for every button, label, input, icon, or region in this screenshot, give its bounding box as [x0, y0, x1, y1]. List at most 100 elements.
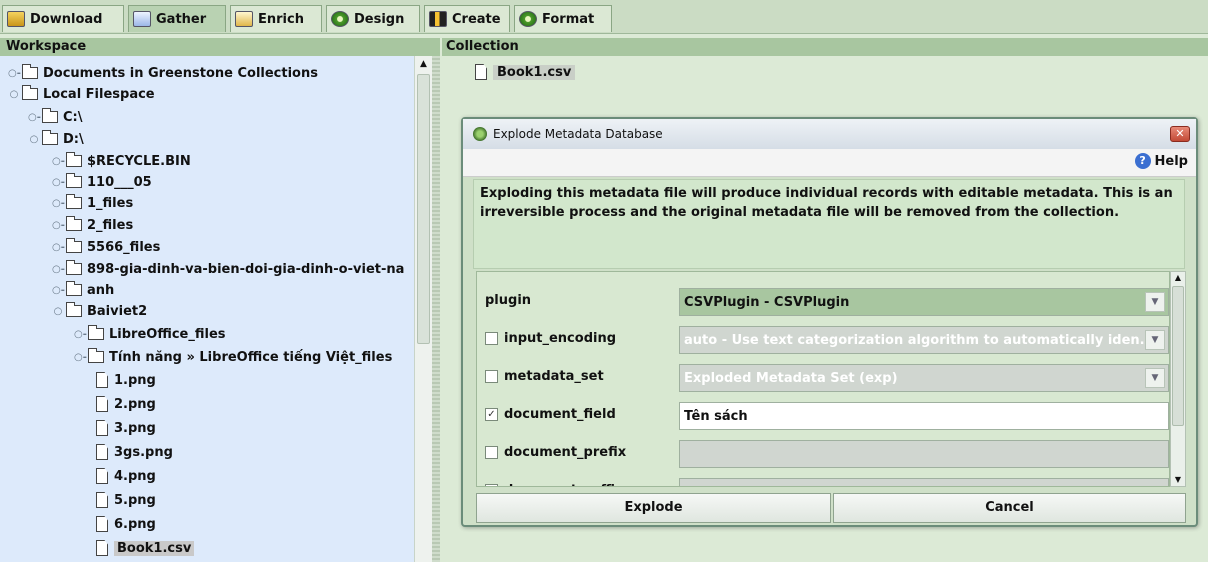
tree-node-110-05[interactable]: ○- 110___05: [52, 171, 152, 193]
tree-node-tinh-nang-files[interactable]: ○- Tính năng » LibreOffice tiếng Việt_fil…: [74, 346, 392, 368]
document-field-checkbox[interactable]: ✓: [485, 408, 498, 421]
tab-gather[interactable]: Gather: [128, 5, 226, 32]
tree-node-documents-in-greenstone[interactable]: ○- Documents in Greenstone Collections: [8, 62, 318, 84]
tree-file-5-png[interactable]: 5.png: [96, 489, 156, 511]
file-icon: [96, 396, 108, 412]
option-label: ✓ document_field: [485, 407, 616, 422]
collection-file-item[interactable]: Book1.csv: [475, 61, 576, 83]
tab-format[interactable]: Format: [514, 5, 612, 32]
input-encoding-dropdown: auto - Use text categorization algorithm…: [679, 326, 1169, 354]
folder-icon: [66, 216, 82, 231]
enrich-icon: [235, 11, 253, 27]
collapse-handle-icon[interactable]: ○: [28, 134, 40, 145]
option-row-document-field: ✓ document_field Tên sách: [477, 398, 1169, 434]
scrollbar-thumb[interactable]: [417, 74, 430, 344]
expand-handle-icon[interactable]: ○-: [52, 198, 65, 209]
scroll-down-icon[interactable]: ▼: [1172, 474, 1184, 486]
document-field-input[interactable]: Tên sách: [679, 402, 1169, 430]
workspace-tree[interactable]: ○- Documents in Greenstone Collections ○ L…: [0, 56, 414, 562]
scroll-up-icon[interactable]: ▲: [417, 58, 430, 71]
tree-node-libreoffice-files[interactable]: ○- LibreOffice_files: [74, 323, 226, 345]
tab-design[interactable]: Design: [326, 5, 420, 32]
tree-node-5566-files[interactable]: ○- 5566_files: [52, 236, 160, 258]
file-icon: [96, 420, 108, 436]
tab-download[interactable]: Download: [2, 5, 124, 32]
tree-file-3gs-png[interactable]: 3gs.png: [96, 441, 173, 463]
help-button[interactable]: ? Help: [1134, 153, 1188, 169]
workspace-scrollbar[interactable]: ▲: [414, 56, 432, 562]
expand-handle-icon[interactable]: ○-: [52, 242, 65, 253]
explode-button[interactable]: Explode: [476, 493, 831, 523]
tree-file-book1-csv[interactable]: Book1.csv: [96, 537, 195, 559]
panel-divider[interactable]: [432, 56, 440, 562]
tree-node-recycle-bin[interactable]: ○- $RECYCLE.BIN: [52, 150, 191, 172]
metadata-set-checkbox[interactable]: [485, 370, 498, 383]
workspace-header: Workspace: [0, 38, 440, 56]
tab-label: Create: [452, 11, 501, 27]
tree-node-anh[interactable]: ○- anh: [52, 279, 114, 301]
tab-label: Format: [542, 11, 595, 27]
expand-handle-icon[interactable]: ○-: [8, 68, 21, 79]
folder-icon: [66, 281, 82, 296]
download-icon: [7, 11, 25, 27]
options-panel: plugin CSVPlugin - CSVPlugin ▼ input_enc…: [476, 271, 1170, 487]
tab-create[interactable]: Create: [424, 5, 510, 32]
folder-icon: [88, 325, 104, 340]
plugin-dropdown[interactable]: CSVPlugin - CSVPlugin ▼: [679, 288, 1169, 316]
tree-node-baiviet2[interactable]: ○ Baiviet2: [52, 300, 147, 322]
dropdown-arrow-icon: ▼: [1145, 330, 1165, 350]
option-label: metadata_set: [485, 369, 604, 384]
dropdown-arrow-icon[interactable]: ▼: [1145, 292, 1165, 312]
option-label: document_prefix: [485, 445, 626, 460]
collection-header: Collection: [442, 38, 1208, 56]
scrollbar-thumb[interactable]: [1172, 286, 1184, 426]
tree-node-2-files[interactable]: ○- 2_files: [52, 214, 133, 236]
create-icon: [429, 11, 447, 27]
expand-handle-icon[interactable]: ○-: [52, 264, 65, 275]
folder-icon: [66, 194, 82, 209]
tree-node-c-drive[interactable]: ○- C:\: [28, 106, 83, 128]
file-icon: [96, 372, 108, 388]
dialog-titlebar[interactable]: Explode Metadata Database ✕: [463, 119, 1196, 149]
options-scrollbar[interactable]: ▲ ▼: [1170, 271, 1186, 487]
tree-node-d-drive[interactable]: ○ D:\: [28, 128, 84, 150]
collection-file-label: Book1.csv: [493, 64, 576, 80]
document-prefix-input: [679, 440, 1169, 468]
input-encoding-checkbox[interactable]: [485, 332, 498, 345]
option-row-input-encoding: input_encoding auto - Use text categoriz…: [477, 322, 1169, 358]
tree-file-2-png[interactable]: 2.png: [96, 393, 156, 415]
expand-handle-icon[interactable]: ○-: [52, 177, 65, 188]
file-icon: [96, 468, 108, 484]
tree-file-1-png[interactable]: 1.png: [96, 369, 156, 391]
expand-handle-icon[interactable]: ○-: [52, 285, 65, 296]
expand-handle-icon[interactable]: ○-: [52, 220, 65, 231]
folder-icon: [22, 85, 38, 100]
dialog-title: Explode Metadata Database: [493, 127, 663, 141]
tab-enrich[interactable]: Enrich: [230, 5, 322, 32]
tree-file-6-png[interactable]: 6.png: [96, 513, 156, 535]
tree-file-3-png[interactable]: 3.png: [96, 417, 156, 439]
tree-file-4-png[interactable]: 4.png: [96, 465, 156, 487]
file-icon: [475, 64, 487, 80]
document-prefix-checkbox[interactable]: [485, 446, 498, 459]
close-button[interactable]: ✕: [1170, 126, 1190, 142]
expand-handle-icon[interactable]: ○-: [74, 352, 87, 363]
collapse-handle-icon[interactable]: ○: [8, 89, 20, 100]
folder-icon: [66, 238, 82, 253]
scroll-up-icon[interactable]: ▲: [1172, 272, 1184, 284]
collapse-handle-icon[interactable]: ○: [52, 306, 64, 317]
document-suffix-input: [679, 478, 1169, 486]
tree-node-local-filespace[interactable]: ○ Local Filespace: [8, 83, 155, 105]
dialog-message: Exploding this metadata file will produc…: [473, 179, 1185, 269]
cancel-button[interactable]: Cancel: [833, 493, 1186, 523]
tree-node-1-files[interactable]: ○- 1_files: [52, 192, 133, 214]
file-icon: [96, 492, 108, 508]
tree-node-898-gia-dinh[interactable]: ○- 898-gia-dinh-va-bien-doi-gia-dinh-o-vi…: [52, 258, 404, 280]
expand-handle-icon[interactable]: ○-: [28, 112, 41, 123]
dropdown-arrow-icon: ▼: [1145, 368, 1165, 388]
folder-icon: [42, 130, 58, 145]
expand-handle-icon[interactable]: ○-: [74, 329, 87, 340]
expand-handle-icon[interactable]: ○-: [52, 156, 65, 167]
document-suffix-checkbox[interactable]: [485, 484, 498, 486]
gather-icon: [133, 11, 151, 27]
